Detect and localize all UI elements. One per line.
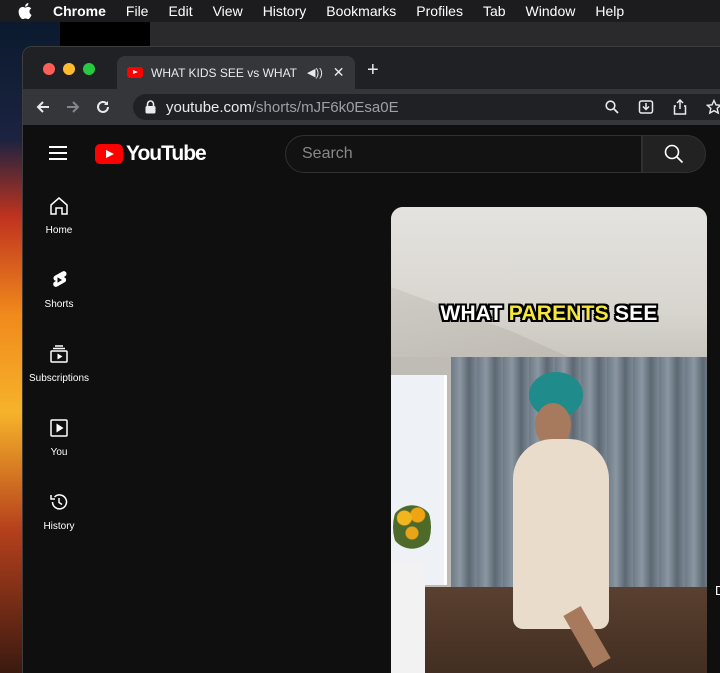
youtube-logo[interactable]: YouTube (95, 142, 207, 166)
caption-word-what: WHAT (440, 302, 503, 325)
install-icon[interactable] (637, 98, 655, 116)
youtube-favicon-icon (127, 67, 143, 78)
search-placeholder: Search (302, 145, 353, 162)
address-bar[interactable]: youtube.com/shorts/mJF6k0Esa0E (133, 94, 720, 120)
video-caption: WHAT PARENTS SEE (391, 302, 707, 326)
new-tab-button[interactable]: + (367, 59, 379, 82)
home-icon (50, 197, 68, 215)
tab-close-icon[interactable]: ✕ (333, 64, 345, 81)
offscreen-channel-initial: D (715, 583, 720, 598)
menu-history[interactable]: History (263, 3, 307, 19)
youtube-logo-icon (95, 144, 123, 164)
guide-label-subscriptions: Subscriptions (28, 373, 90, 384)
guide-item-you[interactable]: You (23, 403, 95, 477)
youtube-logo-text: YouTube (126, 142, 207, 165)
reload-button[interactable] (93, 97, 113, 117)
forward-button[interactable] (63, 97, 83, 117)
search-input[interactable]: Search (285, 135, 642, 173)
menu-profiles[interactable]: Profiles (416, 3, 463, 19)
browser-toolbar: youtube.com/shorts/mJF6k0Esa0E (23, 89, 720, 125)
menu-help[interactable]: Help (595, 3, 624, 19)
bookmark-star-icon[interactable] (705, 98, 720, 116)
shorts-video-player[interactable]: WHAT PARENTS SEE (391, 207, 707, 673)
tab-strip: WHAT KIDS SEE vs WHAT P ◀)) ✕ + (23, 47, 720, 89)
youtube-page: YouTube Search Home Shorts Subscriptions… (23, 125, 720, 673)
screen: Chrome File Edit View History Bookmarks … (0, 0, 720, 673)
guide-menu-icon[interactable] (49, 146, 67, 160)
guide-item-home[interactable]: Home (23, 181, 95, 255)
chrome-window: WHAT KIDS SEE vs WHAT P ◀)) ✕ + youtube.… (22, 46, 720, 673)
guide-item-history[interactable]: History (23, 477, 95, 551)
tab-title: WHAT KIDS SEE vs WHAT P (151, 65, 301, 80)
menu-edit[interactable]: Edit (168, 3, 192, 19)
back-button[interactable] (33, 97, 53, 117)
guide-item-shorts[interactable]: Shorts (23, 255, 95, 329)
caption-word-parents: PARENTS (508, 302, 609, 325)
close-window-button[interactable] (43, 63, 55, 75)
subscriptions-icon (50, 345, 68, 363)
video-person-robe (513, 439, 609, 629)
video-scene-flowers (393, 497, 431, 557)
menu-file[interactable]: File (126, 3, 149, 19)
url-path: /shorts/mJF6k0Esa0E (251, 98, 399, 116)
guide-label-shorts: Shorts (44, 299, 74, 310)
history-icon (50, 494, 68, 510)
search-button[interactable] (642, 135, 706, 173)
search-icon (664, 144, 684, 164)
youtube-masthead: YouTube Search (23, 125, 720, 181)
menu-tab[interactable]: Tab (483, 3, 506, 19)
guide-sidebar: Home Shorts Subscriptions You History (23, 181, 95, 551)
url-host: youtube.com (166, 98, 252, 116)
site-info-icon[interactable] (145, 100, 156, 114)
share-icon[interactable] (671, 98, 689, 116)
speaker-icon[interactable]: ◀)) (307, 66, 323, 79)
fullscreen-window-button[interactable] (83, 63, 95, 75)
caption-word-see: SEE (614, 302, 658, 325)
you-icon (50, 419, 68, 437)
shorts-icon (53, 271, 67, 287)
guide-label-home: Home (45, 225, 73, 236)
minimize-window-button[interactable] (63, 63, 75, 75)
tab-active[interactable]: WHAT KIDS SEE vs WHAT P ◀)) ✕ (117, 56, 355, 89)
menu-view[interactable]: View (213, 3, 243, 19)
guide-label-history: History (43, 521, 75, 532)
guide-item-subscriptions[interactable]: Subscriptions (23, 329, 95, 403)
guide-label-you: You (50, 447, 68, 458)
video-scene-table (391, 562, 425, 673)
menu-chrome[interactable]: Chrome (53, 3, 106, 19)
zoom-icon[interactable] (603, 98, 621, 116)
mac-menu-bar: Chrome File Edit View History Bookmarks … (0, 0, 720, 22)
apple-icon[interactable] (18, 3, 36, 19)
menu-bookmarks[interactable]: Bookmarks (326, 3, 396, 19)
menu-window[interactable]: Window (526, 3, 576, 19)
